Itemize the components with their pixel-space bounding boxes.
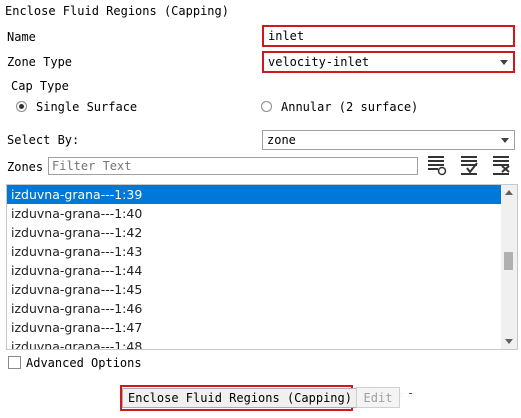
zone-type-value: velocity-inlet [268, 55, 370, 69]
enclose-fluid-regions-button[interactable]: Enclose Fluid Regions (Capping) [120, 385, 358, 411]
zones-list-scrollbar[interactable] [501, 185, 517, 349]
name-value: inlet [268, 29, 305, 43]
zone-type-label: Zone Type [7, 55, 73, 69]
zone-type-dropdown[interactable]: velocity-inlet [262, 51, 515, 73]
name-label: Name [7, 30, 36, 44]
list-item[interactable]: izduvna-grana---1:48 [7, 337, 517, 349]
help-mark: - [407, 386, 415, 400]
scroll-up-icon[interactable] [505, 190, 513, 195]
scrollbar-thumb[interactable] [504, 252, 513, 270]
scroll-down-icon[interactable] [505, 339, 513, 344]
select-by-filter-icon[interactable] [426, 154, 448, 176]
radio-single-surface[interactable] [16, 101, 27, 112]
list-item[interactable]: izduvna-grana---1:47 [7, 318, 517, 337]
deselect-all-icon[interactable] [491, 154, 513, 176]
list-item[interactable]: izduvna-grana---1:42 [7, 223, 517, 242]
advanced-options-checkbox[interactable] [8, 356, 21, 369]
chevron-down-icon [500, 60, 508, 65]
list-item[interactable]: izduvna-grana---1:43 [7, 242, 517, 261]
name-input[interactable]: inlet [262, 25, 515, 47]
annular-label: Annular (2 surface) [281, 100, 419, 114]
single-surface-label: Single Surface [36, 100, 138, 114]
list-item[interactable]: izduvna-grana---1:46 [7, 299, 517, 318]
zones-filter-input[interactable] [48, 157, 418, 175]
edit-button[interactable]: Edit [356, 387, 400, 408]
list-item[interactable]: izduvna-grana---1:44 [7, 261, 517, 280]
cap-type-label: Cap Type [11, 79, 69, 93]
list-item[interactable]: izduvna-grana---1:39 [7, 185, 517, 204]
enclose-fluid-regions-button-label: Enclose Fluid Regions (Capping) [122, 388, 358, 408]
panel-title: Enclose Fluid Regions (Capping) [5, 4, 229, 18]
chevron-down-icon [501, 138, 509, 143]
select-all-icon[interactable] [459, 154, 481, 176]
select-by-value: zone [267, 133, 296, 147]
list-item[interactable]: izduvna-grana---1:45 [7, 280, 517, 299]
select-by-dropdown[interactable]: zone [262, 130, 515, 150]
select-by-label: Select By: [7, 133, 80, 147]
radio-annular[interactable] [261, 101, 272, 112]
zones-label: Zones [7, 160, 44, 174]
zones-list[interactable]: izduvna-grana---1:39 izduvna-grana---1:4… [6, 184, 518, 350]
advanced-options-label: Advanced Options [26, 356, 142, 370]
list-item[interactable]: izduvna-grana---1:40 [7, 204, 517, 223]
